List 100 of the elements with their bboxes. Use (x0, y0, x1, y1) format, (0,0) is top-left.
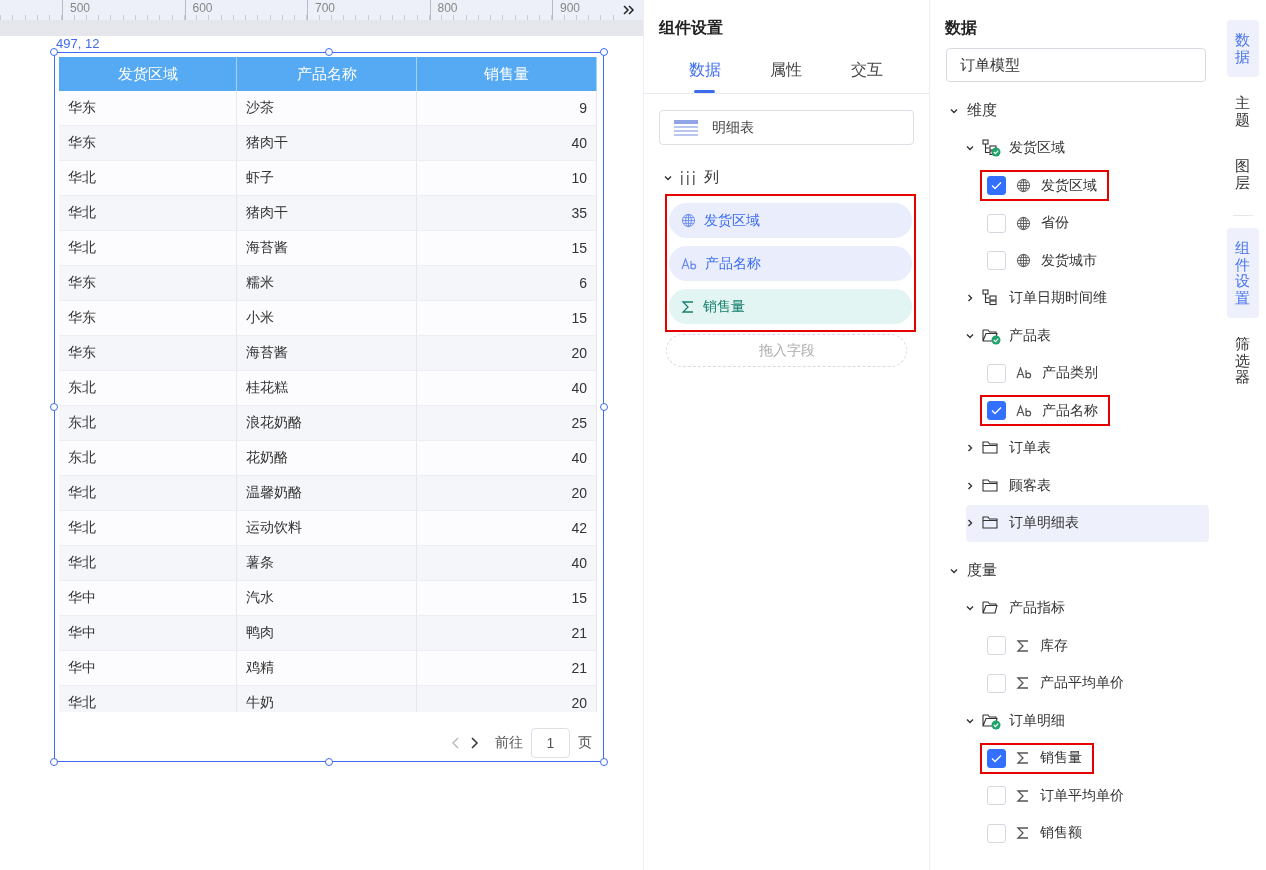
tree-section-label[interactable]: 度量 (967, 561, 997, 581)
next-page-icon[interactable] (469, 736, 479, 750)
sigma-icon (1016, 638, 1030, 653)
table-cell: 鸡精 (237, 651, 417, 686)
field-option[interactable]: 订单平均单价 (980, 780, 1136, 812)
table-cell: 华中 (59, 651, 237, 686)
table-cell: 华东 (59, 266, 237, 301)
table-cell: 40 (417, 546, 597, 581)
double-chevron-icon[interactable] (623, 5, 635, 15)
text-type-icon (1016, 404, 1032, 417)
tab[interactable]: 交互 (826, 48, 907, 93)
field-option[interactable]: 省份 (980, 207, 1081, 239)
table-cell: 沙茶 (237, 91, 417, 126)
checkbox[interactable] (987, 401, 1006, 421)
table-cell: 华东 (59, 301, 237, 336)
table-cell: 华中 (59, 581, 237, 616)
chevron-right-icon[interactable] (966, 444, 974, 453)
tree-group-row[interactable]: 订单日期时间维 (966, 279, 1209, 317)
tab[interactable]: 数据 (664, 48, 745, 93)
chevron-down-icon[interactable] (966, 604, 974, 613)
field-option[interactable]: 发货区域 (980, 170, 1109, 202)
table-cell: 20 (417, 476, 597, 511)
field-pill[interactable]: 产品名称 (669, 246, 912, 281)
check-icon (991, 181, 1002, 191)
field-option[interactable]: 销售量 (980, 742, 1094, 774)
chevron-right-icon[interactable] (966, 519, 974, 528)
globe-icon (681, 213, 696, 228)
table-cell: 汽水 (237, 581, 417, 616)
table-cell: 鸭肉 (237, 616, 417, 651)
globe-icon (1016, 253, 1031, 269)
table-cell: 运动饮料 (237, 511, 417, 546)
table-cell: 21 (417, 651, 597, 686)
resize-handle[interactable] (600, 403, 608, 411)
page-input[interactable]: 1 (531, 728, 570, 758)
page-suffix: 页 (578, 734, 592, 752)
field-option[interactable]: 产品平均单价 (980, 667, 1136, 699)
chevron-down-icon[interactable] (966, 716, 974, 725)
table-cell: 15 (417, 301, 597, 336)
columns-icon (680, 170, 696, 185)
table-cell: 华北 (59, 231, 237, 266)
chevron-down-icon[interactable] (966, 331, 974, 340)
table-cell: 6 (417, 266, 597, 301)
globe-icon (1016, 178, 1031, 194)
resize-handle[interactable] (325, 758, 333, 766)
checkbox[interactable] (987, 748, 1006, 768)
chevron-down-icon[interactable] (950, 566, 958, 575)
resize-handle[interactable] (50, 758, 58, 766)
side-tab[interactable]: 图层 (1226, 146, 1259, 203)
field-option[interactable]: 发货城市 (980, 245, 1109, 277)
folder-icon (982, 476, 1001, 495)
table-cell: 虾子 (237, 161, 417, 196)
tree-group-row[interactable]: 发货区域 (966, 129, 1209, 167)
tree-group-row[interactable]: 订单表 (966, 429, 1209, 467)
resize-handle[interactable] (600, 48, 608, 56)
chevron-down-icon[interactable] (966, 144, 974, 153)
resize-handle[interactable] (50, 403, 58, 411)
goto-label: 前往 (495, 734, 523, 752)
table-cell: 40 (417, 126, 597, 161)
table-cell: 华北 (59, 546, 237, 581)
table-cell: 15 (417, 231, 597, 266)
table-cell: 华北 (59, 511, 237, 546)
field-option[interactable]: 产品名称 (980, 395, 1110, 427)
chevron-down-icon[interactable] (950, 106, 958, 115)
tree-group-row[interactable]: 顾客表 (966, 467, 1209, 505)
tree-section-label[interactable]: 维度 (967, 101, 997, 121)
field-pill[interactable]: 发货区域 (669, 203, 912, 238)
chevron-right-icon[interactable] (966, 481, 974, 490)
resize-handle[interactable] (600, 758, 608, 766)
resize-handle[interactable] (325, 48, 333, 56)
section-label[interactable]: 列 (704, 168, 719, 187)
tree-group-row[interactable]: 产品指标 (966, 589, 1209, 627)
table-icon (674, 119, 698, 136)
side-tab[interactable]: 主题 (1226, 83, 1259, 140)
field-pill[interactable]: 销售量 (669, 289, 912, 324)
panel-title: 数据 (944, 18, 978, 38)
chevron-down-icon[interactable] (664, 173, 672, 182)
table-cell: 海苔酱 (237, 231, 417, 266)
chevron-right-icon[interactable] (966, 294, 974, 303)
field-option[interactable]: 产品类别 (980, 357, 1110, 389)
table-cell: 薯条 (237, 546, 417, 581)
side-tab[interactable]: 组件设置 (1226, 228, 1259, 318)
table-cell: 华北 (59, 196, 237, 231)
table-cell: 10 (417, 161, 597, 196)
resize-handle[interactable] (50, 48, 58, 56)
tree-group-row[interactable]: 产品表 (966, 317, 1209, 355)
table-cell: 华东 (59, 336, 237, 371)
side-tab[interactable]: 数据 (1226, 20, 1259, 77)
checkbox[interactable] (987, 176, 1006, 196)
model-select[interactable]: 订单模型 (946, 48, 1206, 82)
chart-type-select[interactable]: 明细表 (659, 110, 914, 145)
table-cell: 花奶酪 (237, 441, 417, 476)
field-option[interactable]: 销售额 (980, 817, 1094, 849)
tree-group-row[interactable]: 订单明细表 (966, 504, 1209, 542)
folder-icon (982, 711, 1001, 730)
table-cell: 东北 (59, 441, 237, 476)
tab[interactable]: 属性 (745, 48, 826, 93)
field-option[interactable]: 库存 (980, 630, 1080, 662)
tree-group-row[interactable]: 订单明细 (966, 702, 1209, 740)
check-icon (991, 406, 1002, 416)
side-tab[interactable]: 筛选器 (1226, 324, 1259, 398)
